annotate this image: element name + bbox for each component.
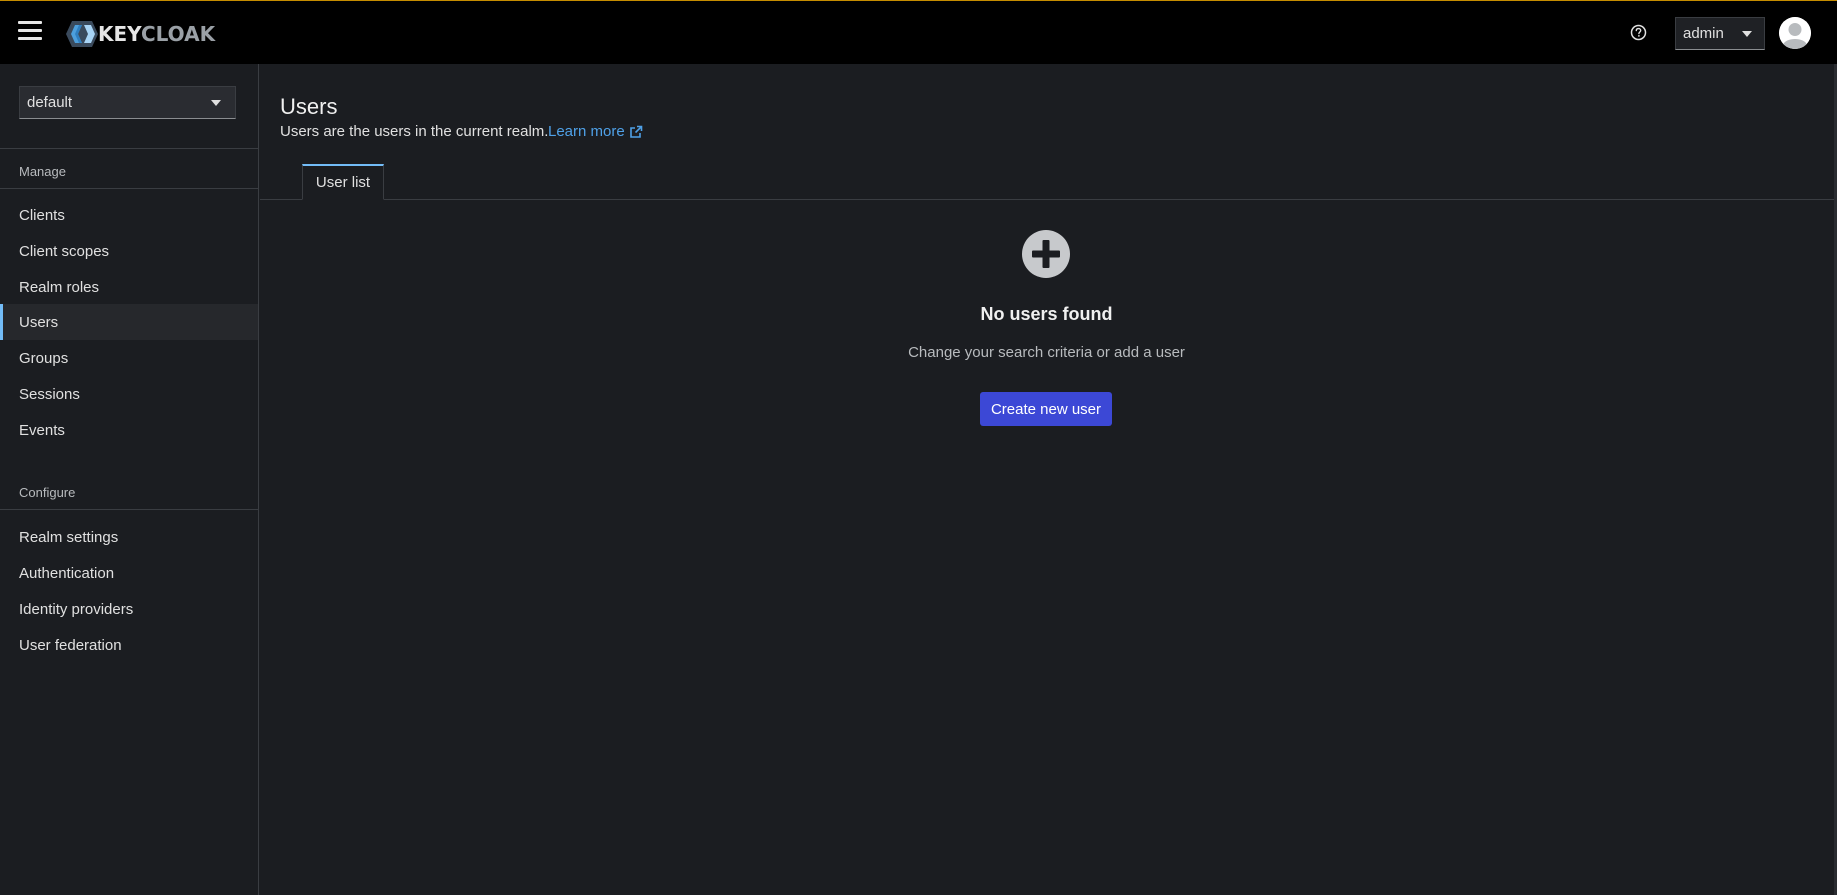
keycloak-logo[interactable]: KEYCLOAK [66, 20, 215, 48]
avatar-silhouette-icon [1779, 17, 1811, 49]
empty-state-title: No users found [980, 304, 1113, 324]
caret-down-icon [1742, 31, 1752, 37]
masthead: KEYCLOAK admin [0, 0, 1837, 64]
sidebar-section-configure: Configure [19, 485, 76, 500]
sidebar-divider [0, 509, 258, 510]
create-new-user-button[interactable]: Create new user [980, 392, 1112, 426]
logo-text-cloak: CLOAK [140, 22, 216, 46]
plus-circle-icon [1022, 230, 1070, 278]
sidebar: default Manage Clients Client scopes Rea… [0, 64, 259, 895]
user-menu-label: admin [1683, 25, 1724, 42]
sidebar-item-identity-providers[interactable]: Identity providers [0, 591, 258, 627]
learn-more-label: Learn more [548, 123, 625, 140]
sidebar-section-manage: Manage [19, 164, 66, 179]
external-link-icon [629, 125, 643, 138]
main-content: Users Users are the users in the current… [260, 64, 1837, 895]
sidebar-item-sessions[interactable]: Sessions [0, 376, 258, 412]
learn-more-link[interactable]: Learn more [548, 123, 643, 140]
keycloak-logo-icon [66, 21, 98, 47]
realm-selector-value: default [27, 94, 73, 111]
page-description: Users are the users in the current realm… [280, 123, 549, 140]
sidebar-item-users[interactable]: Users [0, 304, 258, 340]
sidebar-item-realm-roles[interactable]: Realm roles [0, 269, 258, 305]
sidebar-divider [0, 148, 258, 149]
sidebar-divider [0, 188, 258, 189]
empty-state-body: Change your search criteria or add a use… [908, 344, 1185, 361]
caret-down-icon [211, 100, 221, 106]
tabs-divider [260, 199, 1835, 200]
user-avatar-icon[interactable] [1779, 17, 1811, 49]
sidebar-item-events[interactable]: Events [0, 412, 258, 448]
sidebar-item-client-scopes[interactable]: Client scopes [0, 233, 258, 269]
logo-wordmark: KEYCLOAK [98, 22, 215, 46]
realm-selector[interactable]: default [19, 86, 236, 119]
sidebar-item-authentication[interactable]: Authentication [0, 555, 258, 591]
sidebar-item-groups[interactable]: Groups [0, 340, 258, 376]
question-circle-icon[interactable] [1630, 24, 1647, 41]
sidebar-item-realm-settings[interactable]: Realm settings [0, 519, 258, 555]
logo-text-key: KEY [98, 22, 141, 46]
hamburger-menu-icon[interactable] [18, 21, 42, 41]
tab-user-list[interactable]: User list [302, 164, 384, 200]
page-title: Users [280, 94, 338, 119]
user-menu-dropdown[interactable]: admin [1675, 17, 1765, 50]
sidebar-item-clients[interactable]: Clients [0, 197, 258, 233]
sidebar-item-user-federation[interactable]: User federation [0, 627, 258, 663]
